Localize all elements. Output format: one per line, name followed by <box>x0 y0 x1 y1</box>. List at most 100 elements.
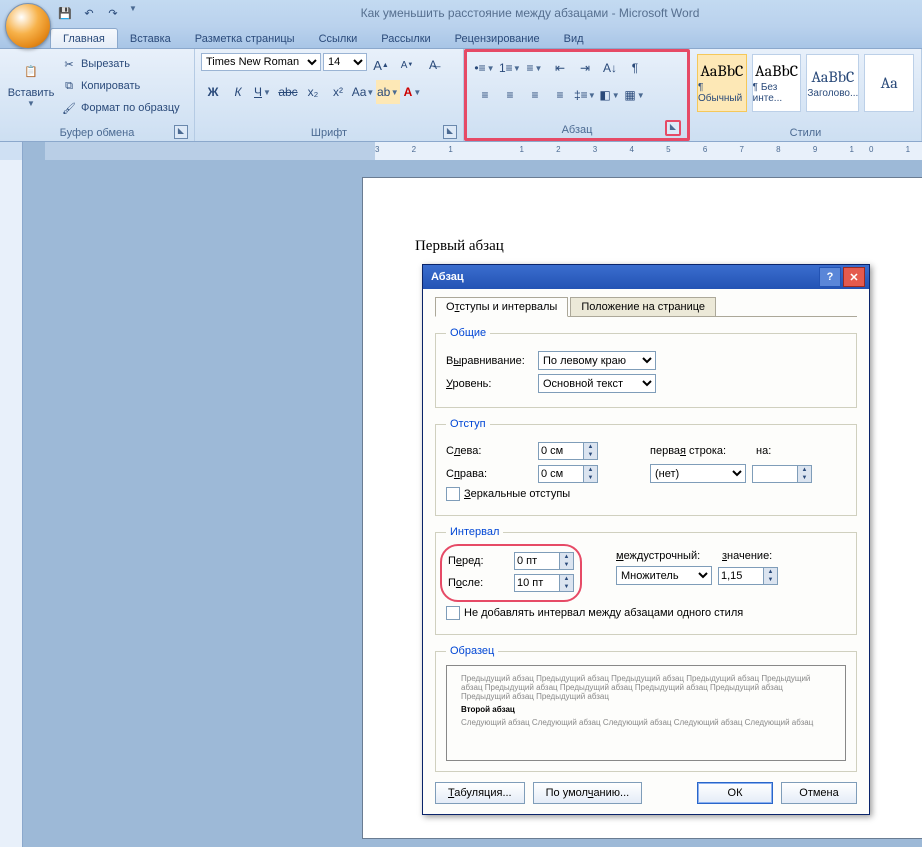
after-label: После: <box>448 577 508 589</box>
office-button[interactable] <box>5 3 51 49</box>
tabs-button[interactable]: Табуляция... <box>435 782 525 804</box>
cancel-button[interactable]: Отмена <box>781 782 857 804</box>
show-marks-button[interactable]: ¶ <box>623 56 647 80</box>
line-spacing-select[interactable]: Множитель <box>616 566 712 585</box>
indent-inc-button[interactable]: ⇥ <box>573 56 597 80</box>
qat-menu-icon[interactable]: ▼ <box>128 4 138 22</box>
tab-insert[interactable]: Вставка <box>118 29 183 48</box>
brush-icon: 🖌 <box>61 100 77 116</box>
titlebar: 💾 ↶ ↷ ▼ Как уменьшить расстояние между а… <box>0 0 922 26</box>
group-font: Times New Roman 14 A▲ A▼ A̶ Ж К Ч▼ abc x… <box>195 49 464 141</box>
fieldset-indent: Отступ Слева: ▲▼ первая строка: на: Спра… <box>435 418 857 516</box>
legend-spacing: Интервал <box>446 526 503 538</box>
format-painter-button[interactable]: 🖌Формат по образцу <box>59 97 182 119</box>
undo-icon[interactable]: ↶ <box>80 4 98 22</box>
align-justify-button[interactable]: ≡ <box>548 83 572 107</box>
subscript-button[interactable]: x₂ <box>301 80 325 104</box>
preview-box: Предыдущий абзац Предыдущий абзац Предыд… <box>446 665 846 761</box>
group-styles: AaBbC¶ Обычный AaBbC¶ Без инте... AaBbCЗ… <box>690 49 922 141</box>
align-left-button[interactable]: ≡ <box>473 83 497 107</box>
bold-button[interactable]: Ж <box>201 80 225 104</box>
align-right-button[interactable]: ≡ <box>523 83 547 107</box>
grow-font-icon[interactable]: A▲ <box>369 53 393 77</box>
tab-view[interactable]: Вид <box>552 29 596 48</box>
fieldset-sample: Образец Предыдущий абзац Предыдущий абза… <box>435 645 857 772</box>
font-launcher[interactable]: ◣ <box>443 125 457 139</box>
italic-button[interactable]: К <box>226 80 250 104</box>
font-name-select[interactable]: Times New Roman <box>201 53 321 71</box>
ok-button[interactable]: ОК <box>697 782 773 804</box>
borders-button[interactable]: ▦▼ <box>623 83 647 107</box>
superscript-button[interactable]: x² <box>326 80 350 104</box>
copy-button[interactable]: ⧉Копировать <box>59 75 182 97</box>
font-color-button[interactable]: A▼ <box>401 80 425 104</box>
tab-references[interactable]: Ссылки <box>307 29 370 48</box>
legend-sample: Образец <box>446 645 498 657</box>
indent-right-spinner[interactable]: ▲▼ <box>538 465 598 483</box>
shading-button[interactable]: ◧▼ <box>598 83 622 107</box>
dialog-titlebar[interactable]: Абзац ? ✕ <box>423 265 869 289</box>
bullets-button[interactable]: •≡▼ <box>473 56 497 80</box>
cut-button[interactable]: ✂Вырезать <box>59 53 182 75</box>
save-icon[interactable]: 💾 <box>56 4 74 22</box>
mirror-checkbox[interactable]: Зеркальные отступы <box>446 487 846 501</box>
paragraph-launcher[interactable]: ◣ <box>665 120 681 136</box>
value-label: значение: <box>722 550 782 562</box>
after-spinner[interactable]: ▲▼ <box>514 574 574 592</box>
level-select[interactable]: Основной текст <box>538 374 656 393</box>
clear-format-icon[interactable]: A̶ <box>421 53 445 77</box>
highlight-button[interactable]: ab▼ <box>376 80 400 104</box>
style-normal[interactable]: AaBbC¶ Обычный <box>697 54 747 112</box>
first-line-by-spinner[interactable]: ▲▼ <box>752 465 812 483</box>
first-line-select[interactable]: (нет) <box>650 464 746 483</box>
align-select[interactable]: По левому краю <box>538 351 656 370</box>
tab-layout[interactable]: Разметка страницы <box>183 29 307 48</box>
tab-position[interactable]: Положение на странице <box>570 297 716 317</box>
horizontal-ruler[interactable]: 3 2 1 1 2 3 4 5 6 7 8 9 10 11 12 13 14 1… <box>45 142 922 161</box>
vertical-ruler[interactable] <box>0 160 23 847</box>
sort-button[interactable]: A↓ <box>598 56 622 80</box>
default-button[interactable]: По умолчанию... <box>533 782 643 804</box>
first-line-label: первая строка: <box>650 445 750 457</box>
group-font-title: Шрифт◣ <box>199 125 459 141</box>
align-label: Выравнивание: <box>446 355 532 367</box>
legend-general: Общие <box>446 327 490 339</box>
indent-left-spinner[interactable]: ▲▼ <box>538 442 598 460</box>
paste-icon: 📋 <box>15 55 47 87</box>
multilevel-button[interactable]: ≡▼ <box>523 56 547 80</box>
dialog-title: Абзац <box>431 271 464 283</box>
style-heading1[interactable]: AaBbCЗаголово... <box>806 54 859 112</box>
level-label: Уровень: <box>446 378 532 390</box>
indent-dec-button[interactable]: ⇤ <box>548 56 572 80</box>
line-value-spinner[interactable]: ▲▼ <box>718 567 778 585</box>
dialog-close-button[interactable]: ✕ <box>843 267 865 287</box>
dialog-tabs: Отступы и интервалы Положение на страниц… <box>435 297 857 317</box>
paste-button[interactable]: 📋 Вставить ▼ <box>6 53 56 110</box>
tab-review[interactable]: Рецензирование <box>443 29 552 48</box>
dialog-help-button[interactable]: ? <box>819 267 841 287</box>
group-clipboard-title: Буфер обмена◣ <box>4 125 190 141</box>
shrink-font-icon[interactable]: A▼ <box>395 53 419 77</box>
fieldset-spacing: Интервал Перед: ▲▼ После: ▲▼ междустрочн… <box>435 526 857 635</box>
underline-button[interactable]: Ч▼ <box>251 80 275 104</box>
font-size-select[interactable]: 14 <box>323 53 367 71</box>
strike-button[interactable]: abc <box>276 80 300 104</box>
checkbox-icon <box>446 606 460 620</box>
clipboard-launcher[interactable]: ◣ <box>174 125 188 139</box>
tab-home[interactable]: Главная <box>50 28 118 48</box>
before-spinner[interactable]: ▲▼ <box>514 552 574 570</box>
ribbon-tabs: Главная Вставка Разметка страницы Ссылки… <box>0 26 922 49</box>
tab-mailings[interactable]: Рассылки <box>369 29 442 48</box>
change-case-button[interactable]: Aa▼ <box>351 80 375 104</box>
style-more[interactable]: Aa <box>864 54 914 112</box>
redo-icon[interactable]: ↷ <box>104 4 122 22</box>
style-no-spacing[interactable]: AaBbC¶ Без инте... <box>752 54 802 112</box>
align-center-button[interactable]: ≡ <box>498 83 522 107</box>
numbering-button[interactable]: 1≡▼ <box>498 56 522 80</box>
group-paragraph: •≡▼ 1≡▼ ≡▼ ⇤ ⇥ A↓ ¶ ≡ ≡ ≡ ≡ ‡≡▼ ◧▼ ▦▼ Аб… <box>464 49 690 141</box>
paragraph-1[interactable]: Первый абзац <box>415 238 870 255</box>
line-spacing-button[interactable]: ‡≡▼ <box>573 83 597 107</box>
tab-indents[interactable]: Отступы и интервалы <box>435 297 568 317</box>
group-styles-title: Стили <box>694 125 917 141</box>
no-add-checkbox[interactable]: Не добавлять интервал между абзацами одн… <box>446 606 846 620</box>
